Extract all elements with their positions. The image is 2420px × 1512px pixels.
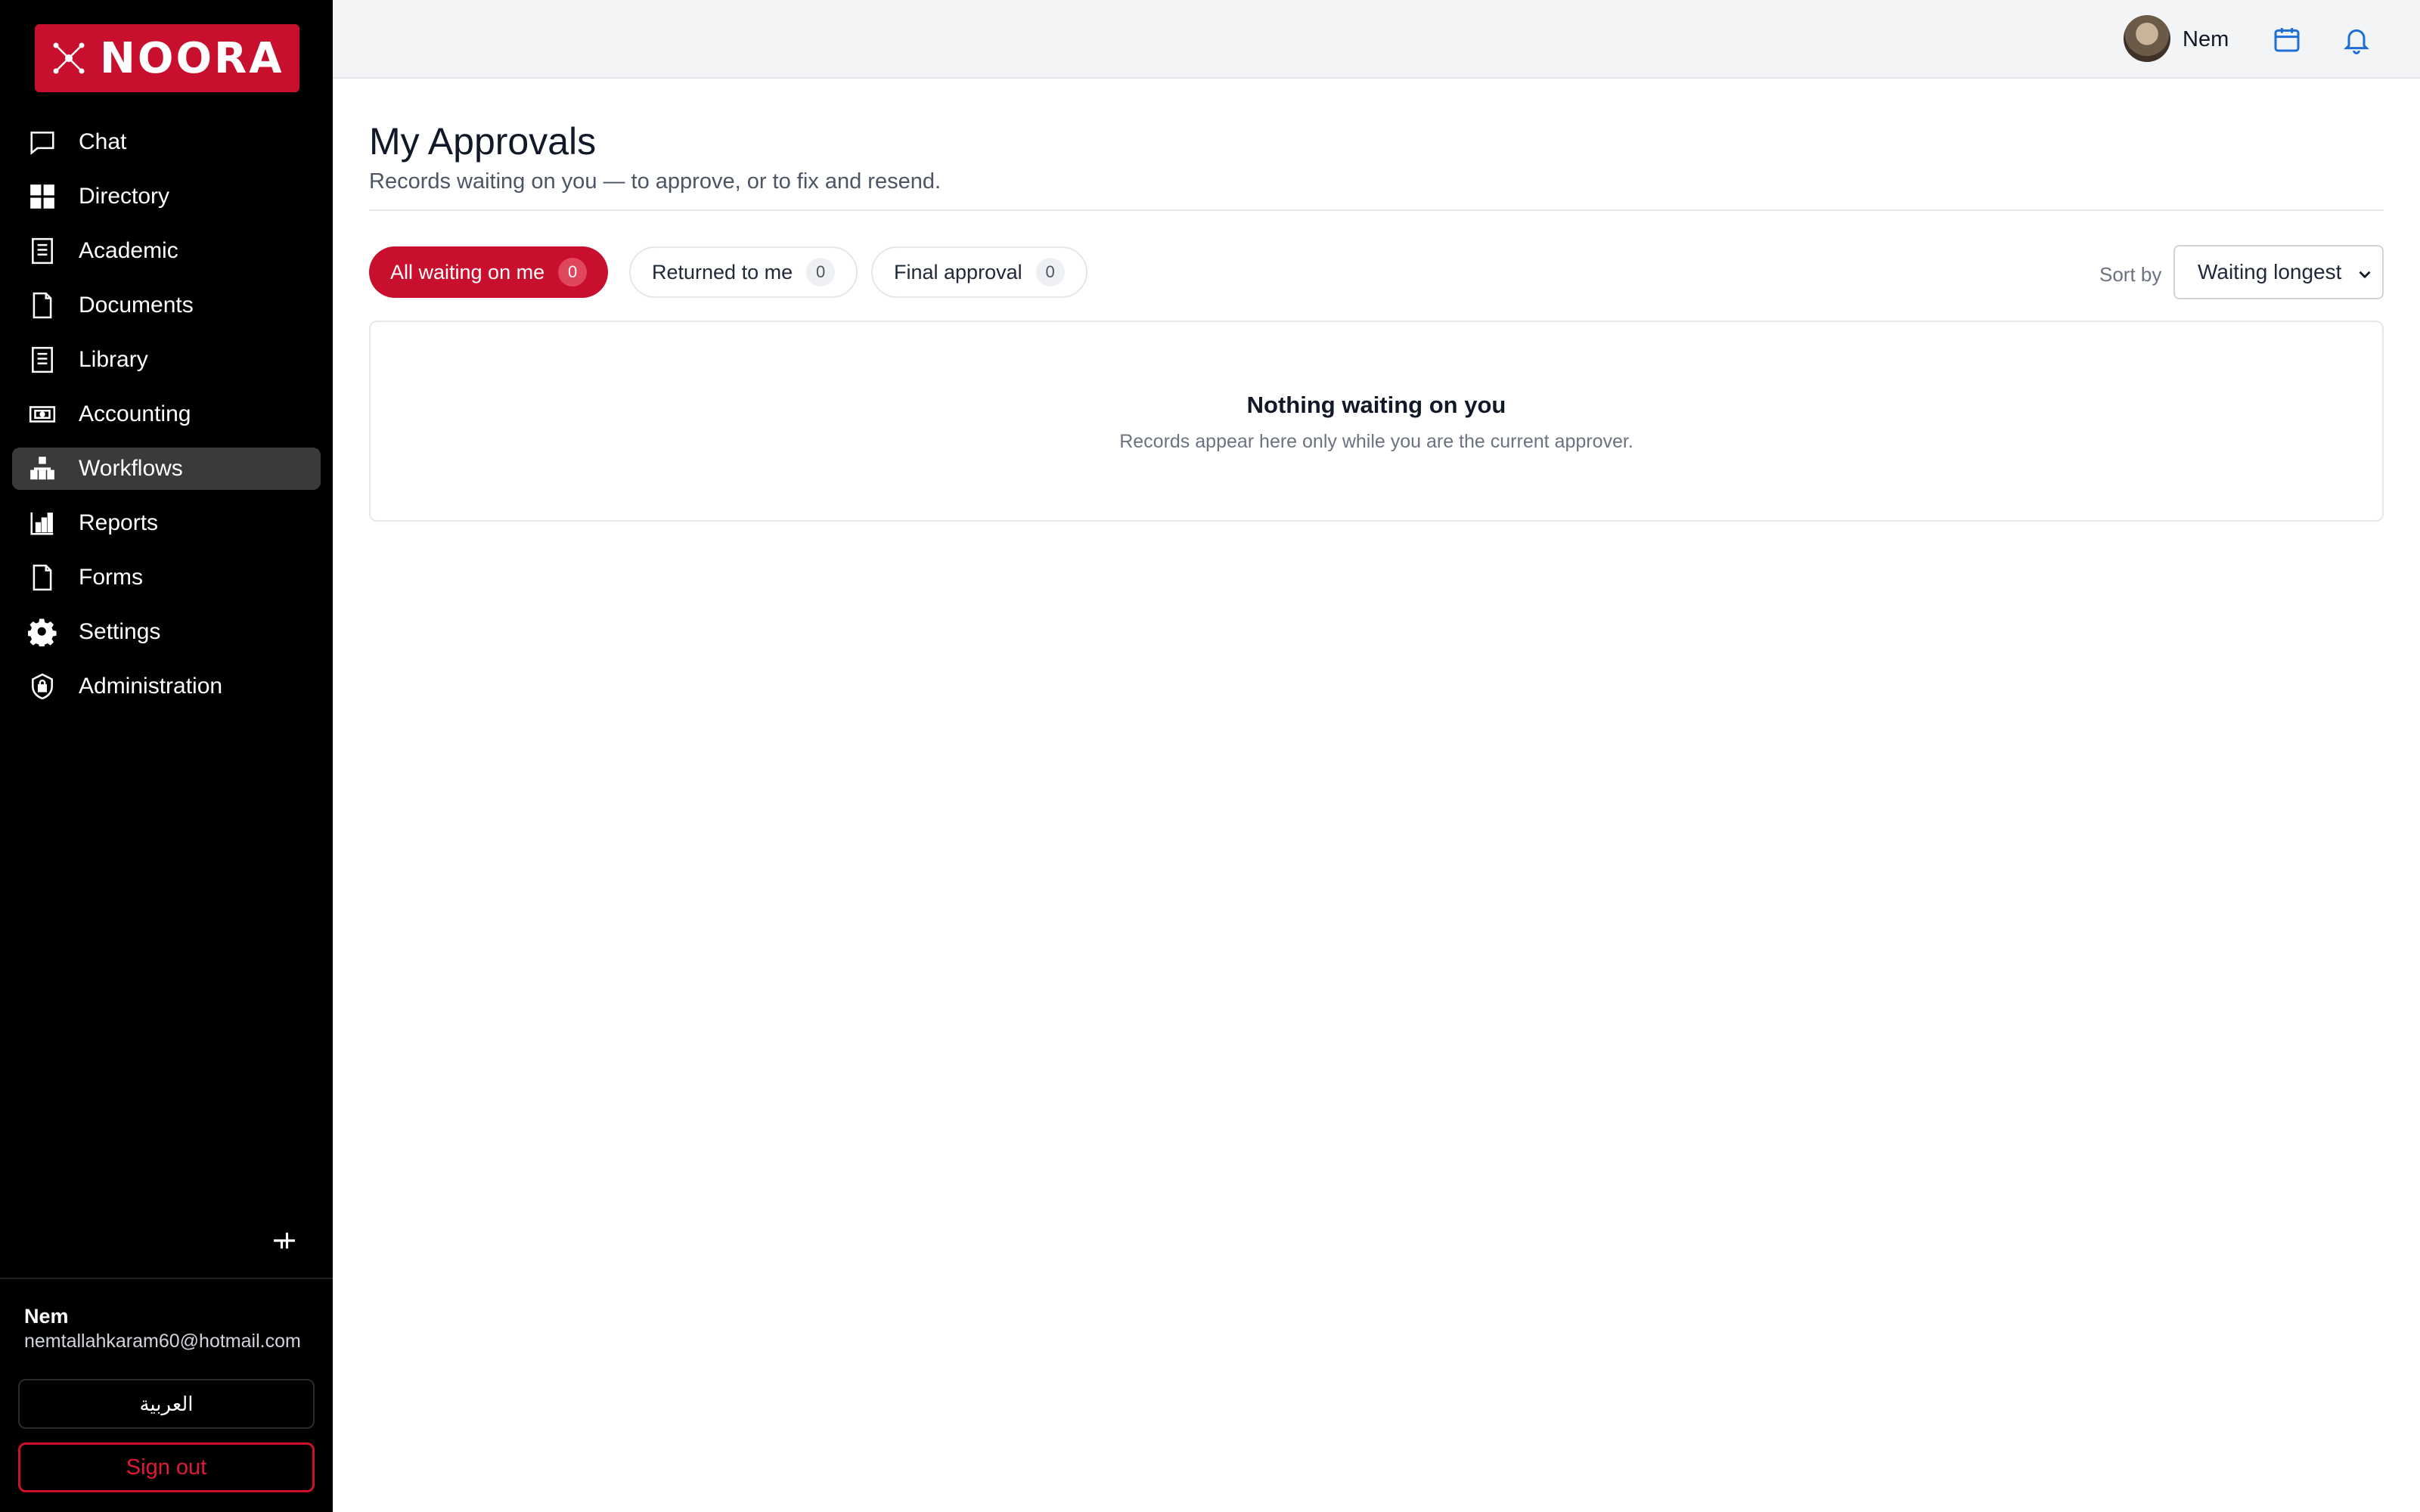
sidebar-item-label: Accounting (79, 401, 191, 426)
chat-icon (27, 127, 57, 157)
sidebar-item-label: Chat (79, 129, 127, 154)
brand-name: NOORA (100, 33, 284, 83)
empty-state-message: Records appear here only while you are t… (1119, 431, 1634, 452)
workflow-icon (27, 454, 57, 484)
sidebar-item-accounting[interactable]: Accounting (12, 393, 321, 435)
language-button[interactable]: العربية (18, 1379, 315, 1429)
page-title: My Approvals (369, 120, 597, 163)
tab-final-approval[interactable]: Final approval 0 (871, 246, 1087, 298)
money-icon (27, 399, 57, 429)
sidebar-item-reports[interactable]: Reports (12, 502, 321, 544)
sidebar-item-label: Forms (79, 565, 143, 590)
tab-label: All waiting on me (390, 260, 545, 284)
sort-value: Waiting longest (2198, 260, 2342, 284)
pin-icon[interactable] (268, 1225, 300, 1256)
sidebar-divider (0, 1278, 333, 1279)
sidebar-item-directory[interactable]: Directory (12, 175, 321, 218)
empty-state-card: Nothing waiting on you Records appear he… (369, 321, 2384, 522)
sidebar-user-name: Nem (24, 1305, 69, 1328)
tab-label: Final approval (894, 260, 1022, 284)
sidebar-item-settings[interactable]: Settings (12, 611, 321, 653)
sidebar-item-workflows[interactable]: Workflows (12, 448, 321, 490)
sidebar-item-library[interactable]: Library (12, 339, 321, 381)
sort-select[interactable]: Waiting longest (2173, 245, 2384, 299)
chart-icon (27, 508, 57, 538)
bell-icon (2344, 29, 2369, 54)
document-icon (27, 290, 57, 321)
gear-icon (27, 617, 57, 647)
sidebar-item-label: Reports (79, 510, 159, 535)
sidebar-nav: Chat Directory Academic Documents Librar… (12, 121, 321, 720)
empty-state-title: Nothing waiting on you (1246, 392, 1506, 418)
tab-returned[interactable]: Returned to me 0 (629, 246, 858, 298)
brand-logo[interactable]: NOORA (35, 24, 299, 92)
sidebar-item-label: Administration (79, 674, 223, 699)
header-user-name[interactable]: Nem (2183, 27, 2229, 52)
top-bar (333, 0, 2420, 79)
page-subtitle: Records waiting on you — to approve, or … (369, 169, 942, 194)
sidebar-item-administration[interactable]: Administration (12, 665, 321, 708)
logo-mark-icon (53, 42, 85, 74)
document-icon (27, 562, 57, 593)
sidebar-user-email: nemtallahkaram60@hotmail.com (24, 1331, 301, 1352)
tab-all-waiting[interactable]: All waiting on me 0 (369, 246, 609, 298)
count-badge: 0 (1035, 258, 1065, 287)
sidebar-item-documents[interactable]: Documents (12, 284, 321, 327)
sidebar-item-chat[interactable]: Chat (12, 121, 321, 163)
count-badge: 0 (558, 258, 588, 287)
sidebar-item-label: Documents (79, 293, 194, 318)
sidebar: NOORA Chat Directory Academic Documents … (0, 0, 333, 1512)
tab-label: Returned to me (652, 260, 793, 284)
chevron-down-icon (2359, 271, 2371, 279)
sidebar-item-label: Library (79, 347, 148, 372)
sidebar-item-label: Workflows (79, 456, 183, 481)
divider (369, 209, 2384, 211)
book-icon (27, 236, 57, 266)
avatar[interactable] (2124, 15, 2170, 62)
notifications-button[interactable] (2334, 17, 2379, 62)
calendar-button[interactable] (2264, 17, 2310, 62)
sidebar-item-academic[interactable]: Academic (12, 230, 321, 272)
sidebar-item-label: Settings (79, 619, 161, 644)
sign-out-button[interactable]: Sign out (18, 1442, 315, 1492)
calendar-icon (2274, 28, 2300, 52)
shield-icon (27, 671, 57, 702)
grid-icon (27, 181, 57, 212)
sort-label: Sort by (2099, 263, 2162, 286)
count-badge: 0 (806, 258, 836, 287)
sidebar-item-forms[interactable]: Forms (12, 556, 321, 599)
sidebar-item-label: Directory (79, 184, 170, 209)
book-icon (27, 345, 57, 375)
sidebar-item-label: Academic (79, 238, 178, 263)
